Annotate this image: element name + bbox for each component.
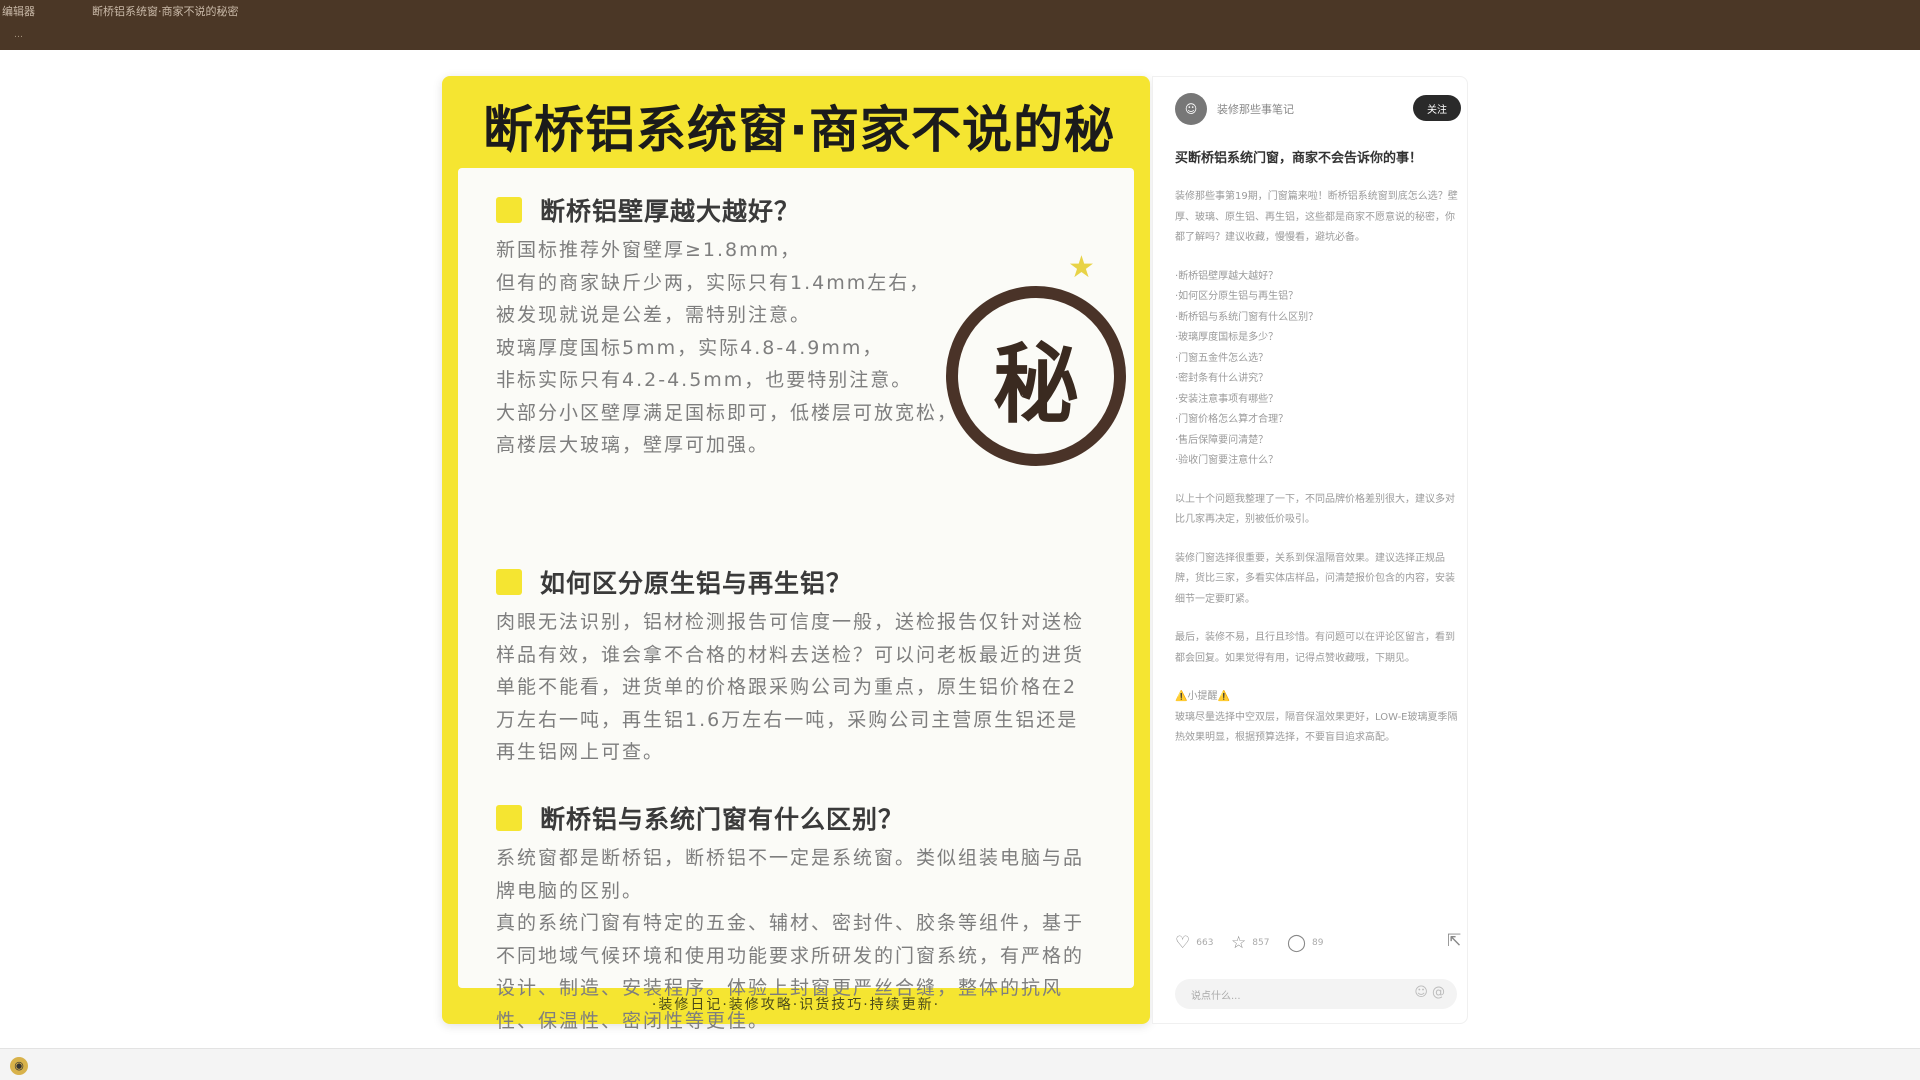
card-footer: ·装修日记·装修攻略·识货技巧·持续更新· (651, 997, 941, 1013)
post-paragraph: 装修门窗选择很重要，关系到保温隔音效果。建议选择正规品牌，货比三家，多看实体店样… (1175, 552, 1455, 605)
heart-icon: ♡ (1175, 933, 1191, 953)
browser-bottombar: ◉ (0, 1048, 1920, 1080)
emoji-icon[interactable]: ☺ @ (1414, 985, 1445, 1000)
author-name[interactable]: 装修那些事笔记 (1217, 101, 1294, 117)
bullet-square-icon (496, 197, 522, 223)
collect-count: 857 (1252, 938, 1270, 948)
browser-tab-1[interactable]: 编辑器 (2, 3, 35, 19)
bullet-square-icon (496, 805, 522, 831)
post-paragraph: 最后，装修不易，且行且珍惜。有问题可以在评论区留言，看到都会回复。如果觉得有用，… (1175, 632, 1455, 664)
action-bar: ♡ 663 ☆ 857 ◯ 89 ⇱ (1175, 931, 1465, 957)
star-outline-icon: ☆ (1231, 933, 1247, 953)
comment-count: 89 (1312, 938, 1324, 948)
section-1-body: 新国标推荐外窗壁厚≥1.8mm， 但有的商家缺斤少两，实际只有1.4mm左右， … (496, 239, 959, 456)
section-2: 如何区分原生铝与再生铝？ 肉眼无法识别，铝材检测报告可信度一般，送检报告仅针对送… (496, 564, 1096, 769)
comment-input[interactable]: 说点什么... ☺ @ (1175, 979, 1457, 1009)
avatar[interactable]: ☺ (1175, 93, 1207, 125)
bullet-square-icon (496, 569, 522, 595)
comment-button[interactable]: ◯ 89 (1287, 933, 1323, 953)
share-icon[interactable]: ⇱ (1447, 931, 1461, 951)
section-1: 断桥铝壁厚越大越好？ 新国标推荐外窗壁厚≥1.8mm， 但有的商家缺斤少两，实际… (496, 192, 1096, 462)
app-icon[interactable]: ◉ (10, 1057, 28, 1075)
browser-topbar: 编辑器 断桥铝系统窗·商家不说的秘密 … (0, 0, 1920, 50)
section-3-title: 断桥铝与系统门窗有什么区别？ (540, 805, 905, 834)
section-1-title: 断桥铝壁厚越大越好？ (540, 197, 801, 226)
like-button[interactable]: ♡ 663 (1175, 933, 1213, 953)
like-count: 663 (1196, 938, 1214, 948)
browser-url[interactable]: … (14, 30, 23, 40)
section-2-body: 肉眼无法识别，铝材检测报告可信度一般，送检报告仅针对送检样品有效，谁会拿不合格的… (496, 611, 1085, 763)
post-paragraph: ⚠️小提醒⚠️ 玻璃尽量选择中空双层，隔音保温效果更好，LOW-E玻璃夏季隔热效… (1175, 691, 1458, 743)
comment-icon: ◯ (1287, 933, 1307, 953)
post-paragraph: ·断桥铝壁厚越大越好？ ·如何区分原生铝与再生铝？ ·断桥铝与系统门窗有什么区别… (1175, 270, 1319, 467)
section-2-title: 如何区分原生铝与再生铝？ (540, 569, 853, 598)
browser-tab-2[interactable]: 断桥铝系统窗·商家不说的秘密 (92, 3, 239, 19)
post-detail-panel: ☺ 装修那些事笔记 关注 买断桥铝系统门窗，商家不会告诉你的事！ 装修那些事第1… (1152, 76, 1468, 1024)
comment-placeholder: 说点什么... (1191, 991, 1241, 1002)
post-paragraph: 以上十个问题我整理了一下，不同品牌价格差别很大，建议多对比几家再决定，别被低价吸… (1175, 493, 1455, 526)
collect-button[interactable]: ☆ 857 (1231, 933, 1269, 953)
post-title: 买断桥铝系统门窗，商家不会告诉你的事！ (1175, 151, 1423, 166)
card-content-panel: ★ 秘 断桥铝壁厚越大越好？ 新国标推荐外窗壁厚≥1.8mm， 但有的商家缺斤少… (458, 168, 1134, 1032)
post-paragraph: 装修那些事第19期，门窗篇来啦！断桥铝系统窗到底怎么选？壁厚、玻璃、原生铝、再生… (1175, 191, 1458, 243)
post-image-card: 断桥铝系统窗·商家不说的秘密 ★ 秘 断桥铝壁厚越大越好？ 新国标推荐外窗壁厚≥… (442, 76, 1150, 1032)
follow-button[interactable]: 关注 (1413, 95, 1461, 121)
post-body: 装修那些事第19期，门窗篇来啦！断桥铝系统窗到底怎么选？壁厚、玻璃、原生铝、再生… (1175, 187, 1461, 767)
